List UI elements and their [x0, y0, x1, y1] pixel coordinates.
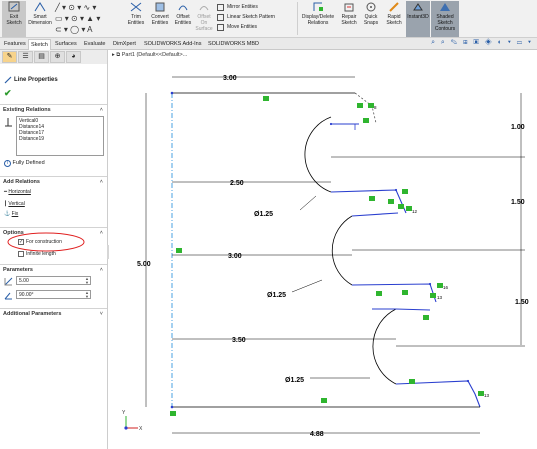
dim-dia3[interactable]: Ø1.25: [285, 377, 304, 384]
relation-marker[interactable]: [423, 315, 429, 320]
relation-marker[interactable]: [430, 293, 436, 298]
vertex-point[interactable]: [428, 282, 432, 286]
svg-text:Y: Y: [122, 410, 126, 416]
relation-tag: 13: [484, 393, 490, 398]
relation-marker[interactable]: [376, 291, 382, 296]
dim-right-top[interactable]: 1.00: [511, 124, 525, 131]
leader-dia2: [291, 279, 323, 293]
relation-marker[interactable]: [388, 199, 394, 204]
dim-bottom-width[interactable]: 4.88: [310, 431, 324, 438]
origin-triad-icon: Y X: [122, 410, 143, 432]
dim-cut2-depth[interactable]: 3.00: [228, 253, 242, 260]
dim-dia1[interactable]: Ø1.25: [254, 211, 273, 218]
relation-marker[interactable]: [170, 411, 176, 416]
vertex-point[interactable]: [329, 122, 333, 126]
dim-right-mid1[interactable]: 1.50: [511, 199, 525, 206]
vertex-point[interactable]: [170, 91, 174, 95]
leader-dia1: [299, 195, 317, 211]
relation-marker[interactable]: [409, 379, 415, 384]
relation-marker[interactable]: [363, 118, 369, 123]
dim-top-width[interactable]: 3.00: [223, 75, 237, 82]
relation-marker[interactable]: [369, 196, 375, 201]
relation-marker[interactable]: [176, 248, 182, 253]
vertex-point[interactable]: [394, 188, 398, 192]
relation-marker[interactable]: [263, 96, 269, 101]
slot3-arc: [372, 308, 397, 385]
slot3-top-line: [372, 308, 431, 311]
dim-dia2[interactable]: Ø1.25: [267, 292, 286, 299]
slot3-bottom-line: [395, 380, 481, 408]
slot1-bottom-line: [330, 189, 407, 214]
relation-marker[interactable]: [402, 189, 408, 194]
vertex-point[interactable]: [466, 379, 470, 383]
dim-height[interactable]: 5.00: [137, 261, 151, 268]
dim-right-mid2[interactable]: 1.50: [515, 299, 529, 306]
slot2-bottom-line: [351, 283, 437, 303]
relation-tag: 12: [412, 209, 418, 214]
relation-marker[interactable]: [398, 204, 404, 209]
relation-tag: 8: [374, 105, 377, 110]
vertex-point[interactable]: [170, 405, 174, 409]
dim-cut3-depth[interactable]: 3.50: [232, 337, 246, 344]
relation-tag: 13: [437, 295, 443, 300]
dim-cut1-depth[interactable]: 2.50: [230, 180, 244, 187]
relation-marker[interactable]: [357, 103, 363, 108]
slot2-arc: [331, 215, 353, 286]
relation-tag: 16: [443, 285, 449, 290]
slot2-top-line: [351, 212, 399, 217]
svg-text:X: X: [139, 426, 143, 432]
relation-marker[interactable]: [321, 398, 327, 403]
sketch-canvas[interactable]: 3.00 1.00 1.50 1.50 5.00 2.50 3.00 3.50 …: [0, 0, 537, 449]
slot1-arc: [304, 116, 332, 193]
relation-marker[interactable]: [402, 290, 408, 295]
